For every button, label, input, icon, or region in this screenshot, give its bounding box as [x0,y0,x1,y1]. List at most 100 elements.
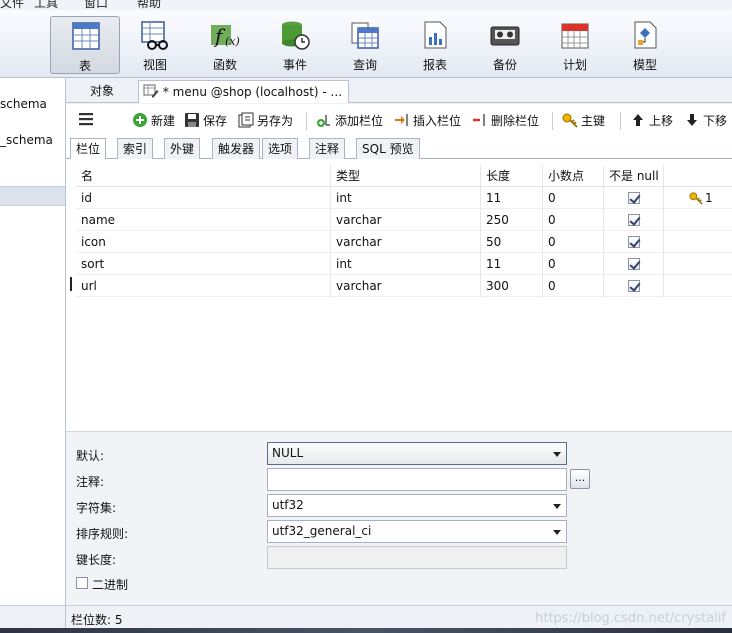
field-decimals-cell[interactable]: 0 [542,209,603,231]
field-type-cell[interactable]: int [330,187,480,209]
charset-label: 字符集: [76,501,117,515]
field-not-null-cell[interactable] [603,209,663,231]
sidebar-item-schema-2[interactable]: _schema [0,133,53,147]
move-up-button[interactable]: 上移 [630,112,673,130]
menu-bar: 文件 工具 窗口 帮助 [0,0,732,10]
sidebar-item-schema[interactable]: schema [0,97,47,111]
table-row[interactable]: icon varchar 50 0 [76,231,732,253]
field-key-cell[interactable] [663,231,732,253]
collation-select[interactable]: utf32_general_ci [267,520,567,543]
ribbon-function-button[interactable]: f (x) 函数 [190,16,260,74]
header-name[interactable]: 名 [76,165,330,187]
ribbon-toolbar: 表 视图 f (x) 函数 事件 查询 报表 备份 计划 模型 [0,10,732,78]
primary-key-button[interactable]: 主键 [562,112,605,130]
field-decimals-cell[interactable]: 0 [542,187,603,209]
header-decimals[interactable]: 小数点 [542,165,603,187]
field-properties-panel: 默认: NULL 注释: ... 字符集: utf32 排序规则: utf32_… [66,431,732,605]
comment-editor-button[interactable]: ... [570,469,590,489]
add-field-icon [317,115,330,127]
field-decimals-cell[interactable]: 0 [542,231,603,253]
field-key-cell[interactable]: 1 [663,187,732,209]
header-length[interactable]: 长度 [480,165,542,187]
header-type[interactable]: 类型 [330,165,480,187]
field-not-null-cell[interactable] [603,187,663,209]
tab-foreign-keys[interactable]: 外键 [164,138,201,159]
field-length-cell[interactable]: 50 [480,231,542,253]
field-not-null-cell[interactable] [603,253,663,275]
move-down-button[interactable]: 下移 [684,112,727,130]
save-button[interactable]: 保存 [184,112,227,130]
add-field-button[interactable]: 添加栏位 [316,112,383,130]
field-not-null-cell[interactable] [603,275,663,297]
field-key-cell[interactable] [663,253,732,275]
field-key-cell[interactable] [663,275,732,297]
field-length-cell[interactable]: 300 [480,275,542,297]
field-name-cell[interactable]: url [76,275,330,297]
menu-file[interactable]: 文件 [0,0,24,10]
hamburger-menu-button[interactable] [78,112,98,130]
table-row[interactable]: url varchar 300 0 [76,275,732,297]
insert-field-button[interactable]: 插入栏位 [394,112,461,130]
not-null-checkbox[interactable] [628,192,640,204]
ribbon-table-button[interactable]: 表 [50,16,120,74]
not-null-checkbox[interactable] [628,236,640,248]
ribbon-backup-button[interactable]: 备份 [470,16,540,74]
tab-comments[interactable]: 注释 [309,138,346,159]
table-row[interactable]: sort int 11 0 [76,253,732,275]
charset-select[interactable]: utf32 [267,494,567,517]
field-decimals-cell[interactable]: 0 [542,275,603,297]
tab-objects[interactable]: 对象 [84,80,120,103]
grid-header: 名 类型 长度 小数点 不是 null [76,165,732,187]
field-type-cell[interactable]: varchar [330,275,480,297]
delete-field-icon [473,114,485,126]
not-null-checkbox[interactable] [628,280,640,292]
fields-grid: 名 类型 长度 小数点 不是 null id int 11 0 1 name v… [66,159,732,431]
ribbon-model-button[interactable]: 模型 [610,16,680,74]
tab-menu-design[interactable]: * menu @shop (localhost) - ... [138,80,350,103]
sidebar-selected-row[interactable] [0,186,65,206]
field-type-cell[interactable]: varchar [330,209,480,231]
field-name-cell[interactable]: name [76,209,330,231]
binary-checkbox[interactable] [76,577,88,589]
not-null-checkbox[interactable] [628,214,640,226]
key-icon [689,192,703,205]
field-length-cell[interactable]: 250 [480,209,542,231]
ribbon-event-button[interactable]: 事件 [260,16,330,74]
ribbon-view-button[interactable]: 视图 [120,16,190,74]
default-select[interactable]: NULL [267,442,567,465]
field-name-cell[interactable]: sort [76,253,330,275]
menu-window[interactable]: 窗口 [84,0,108,10]
menu-help[interactable]: 帮助 [137,0,161,10]
save-as-button[interactable]: 另存为 [238,112,293,130]
plus-circle-icon [133,113,147,127]
tab-sql-preview[interactable]: SQL 预览 [356,138,420,159]
field-type-cell[interactable]: int [330,253,480,275]
tab-indexes[interactable]: 索引 [117,138,154,159]
field-type-cell[interactable]: varchar [330,231,480,253]
schedule-icon [561,23,589,49]
table-row[interactable]: id int 11 0 1 [76,187,732,209]
new-button[interactable]: 新建 [132,112,175,130]
field-length-cell[interactable]: 11 [480,187,542,209]
field-key-cell[interactable] [663,209,732,231]
field-decimals-cell[interactable]: 0 [542,253,603,275]
field-not-null-cell[interactable] [603,231,663,253]
report-icon [424,21,447,49]
comment-input[interactable] [267,468,567,491]
field-name-cell[interactable]: id [76,187,330,209]
object-sidebar: schema _schema [0,78,66,633]
tab-fields[interactable]: 栏位 [70,138,107,160]
ribbon-query-button[interactable]: 查询 [330,16,400,74]
comment-label: 注释: [76,475,105,489]
not-null-checkbox[interactable] [628,258,640,270]
field-length-cell[interactable]: 11 [480,253,542,275]
table-row[interactable]: name varchar 250 0 [76,209,732,231]
field-name-cell[interactable]: icon [76,231,330,253]
delete-field-button[interactable]: 删除栏位 [472,112,539,130]
tab-triggers[interactable]: 触发器 [212,138,261,159]
tab-options[interactable]: 选项 [262,138,299,159]
header-not-null[interactable]: 不是 null [603,165,663,187]
ribbon-schedule-button[interactable]: 计划 [540,16,610,74]
ribbon-report-button[interactable]: 报表 [400,16,470,74]
menu-tools[interactable]: 工具 [34,0,58,10]
